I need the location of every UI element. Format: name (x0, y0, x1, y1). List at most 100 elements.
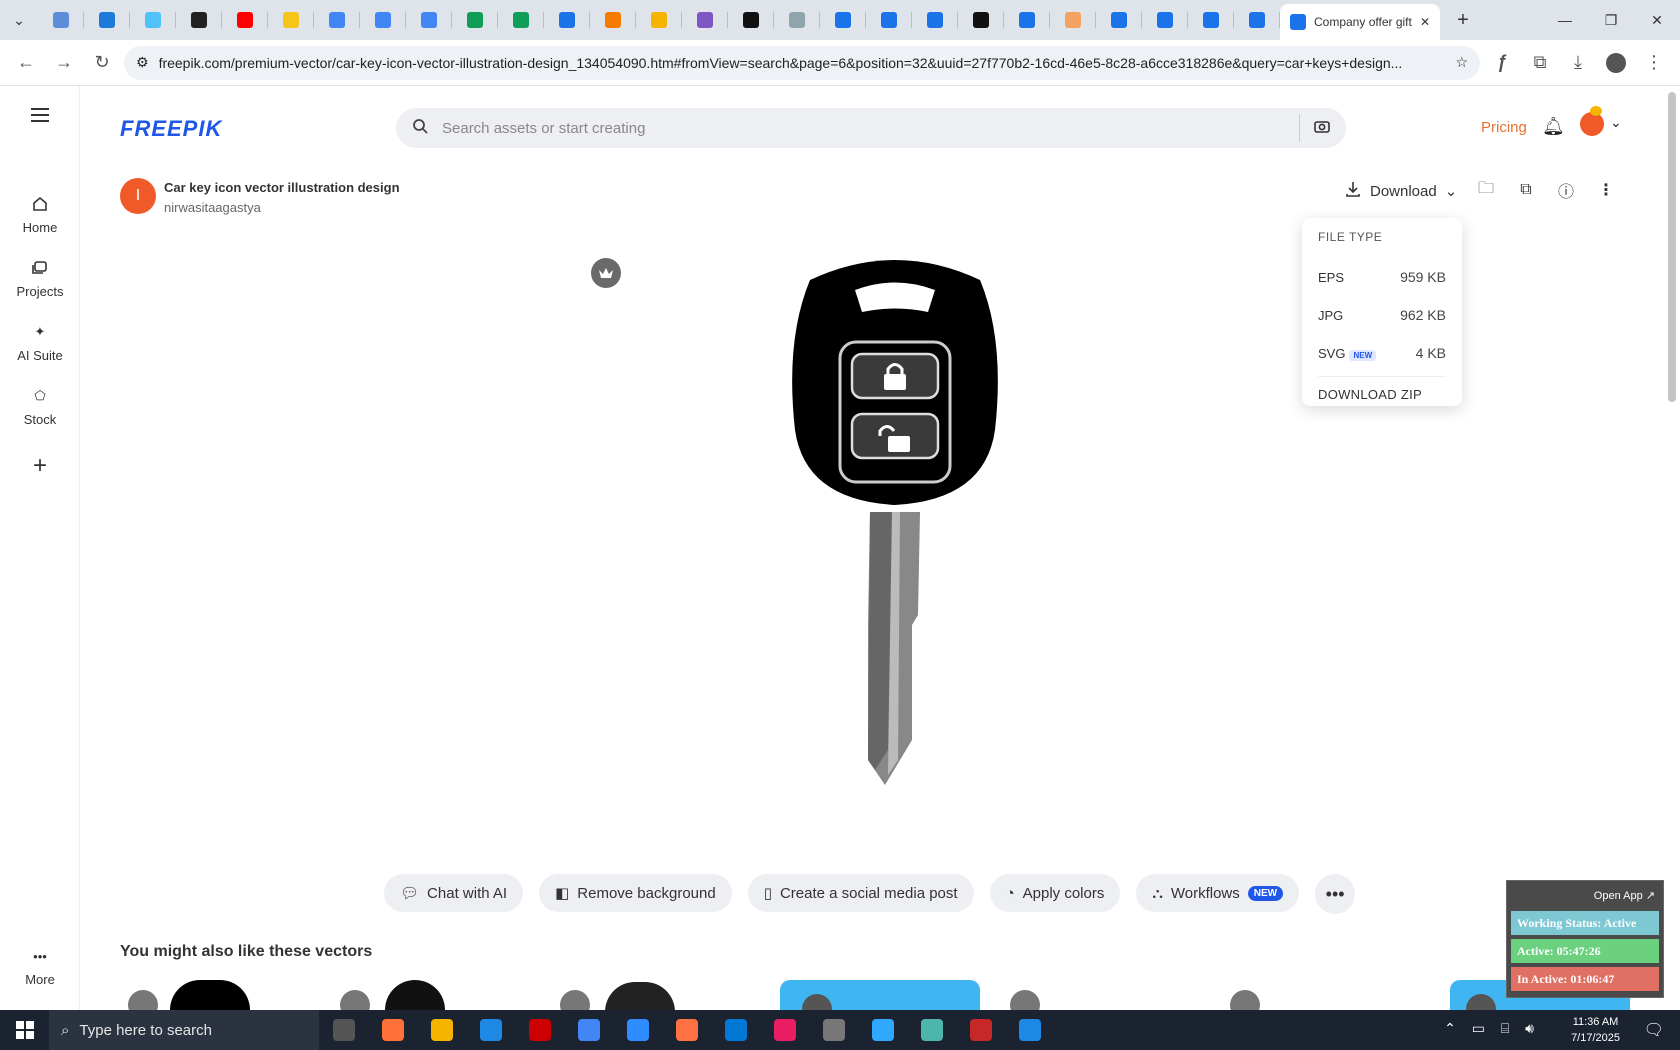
freepik-logo[interactable]: FREEPIK (120, 116, 222, 142)
browser-tab[interactable] (314, 0, 360, 40)
sidebar-item-more[interactable]: ••• More (0, 946, 80, 988)
close-window-icon[interactable]: ✕ (1634, 0, 1680, 40)
restore-icon[interactable]: ❐ (1588, 0, 1634, 40)
browser-tab[interactable] (866, 0, 912, 40)
save-to-folder-icon[interactable]: 🗀︎ (1474, 178, 1498, 202)
browser-tab[interactable] (912, 0, 958, 40)
browser-tab[interactable] (176, 0, 222, 40)
taskbar-app-icon[interactable] (711, 1010, 760, 1050)
browser-menu-icon[interactable]: ⋮ (1638, 47, 1670, 79)
browser-tab[interactable] (1188, 0, 1234, 40)
author-name[interactable]: nirwasitaagastya (164, 200, 261, 215)
taskbar-app-icon[interactable] (417, 1010, 466, 1050)
open-app-link[interactable]: Open App ↗ (1511, 885, 1659, 907)
workflows-button[interactable]: ⛬ Workflows NEW (1136, 874, 1300, 912)
minimize-icon[interactable]: — (1542, 0, 1588, 40)
taskbar-app-icon[interactable] (858, 1010, 907, 1050)
close-tab-icon[interactable]: ✕ (1420, 15, 1430, 29)
add-icon[interactable]: + (0, 452, 80, 480)
browser-tab[interactable] (682, 0, 728, 40)
account-chevron-down-icon[interactable]: ⌄ (1610, 114, 1622, 131)
search-bar[interactable]: Search assets or start creating (396, 108, 1346, 148)
browser-tab[interactable] (130, 0, 176, 40)
file-option-jpg[interactable]: JPG 962 KB (1318, 296, 1446, 334)
related-thumbnail[interactable] (340, 980, 480, 1020)
url-field[interactable]: ⚙ freepik.com/premium-vector/car-key-ico… (124, 45, 1480, 80)
browser-tab[interactable] (958, 0, 1004, 40)
taskbar-app-icon[interactable] (1005, 1010, 1054, 1050)
site-info-icon[interactable]: ⚙ (136, 54, 149, 71)
browser-tab[interactable] (268, 0, 314, 40)
browser-tab[interactable] (1004, 0, 1050, 40)
camera-search-icon[interactable] (1314, 119, 1330, 137)
page-scrollbar[interactable] (1668, 92, 1676, 402)
taskbar-app-icon[interactable] (662, 1010, 711, 1050)
taskbar-app-icon[interactable] (613, 1010, 662, 1050)
notifications-icon[interactable]: 🗨︎ (1644, 1020, 1664, 1040)
new-tab-icon[interactable]: + (1440, 0, 1486, 40)
browser-tab[interactable] (452, 0, 498, 40)
taskbar-app-icon[interactable] (564, 1010, 613, 1050)
search-input[interactable]: Search assets or start creating (442, 120, 1285, 137)
sidebar-item-stock[interactable]: ⬠ Stock (0, 386, 80, 427)
downloads-icon[interactable]: ⤓ (1562, 47, 1594, 79)
create-social-post-button[interactable]: ▯ Create a social media post (747, 874, 974, 912)
pricing-link[interactable]: Pricing (1481, 119, 1527, 136)
related-thumbnail[interactable] (120, 980, 260, 1020)
download-zip-button[interactable]: DOWNLOAD ZIP (1318, 376, 1446, 402)
browser-tab[interactable] (498, 0, 544, 40)
taskbar-app-icon[interactable] (515, 1010, 564, 1050)
browser-tab[interactable] (1050, 0, 1096, 40)
taskbar-search-box[interactable]: ⌕ Type here to search (49, 1010, 319, 1050)
taskbar-app-icon[interactable] (907, 1010, 956, 1050)
file-option-svg[interactable]: SVG NEW 4 KB (1318, 334, 1446, 372)
taskbar-app-icon[interactable] (760, 1010, 809, 1050)
taskbar-search-input[interactable]: Type here to search (79, 1022, 212, 1039)
extensions-puzzle-icon[interactable]: ⧉ (1524, 47, 1556, 79)
taskbar-app-icon[interactable] (809, 1010, 858, 1050)
browser-tab[interactable] (728, 0, 774, 40)
browser-tab[interactable] (84, 0, 130, 40)
browser-tab[interactable] (820, 0, 866, 40)
browser-tab[interactable] (38, 0, 84, 40)
browser-tab[interactable] (1142, 0, 1188, 40)
chat-with-ai-button[interactable]: 💬︎ Chat with AI (384, 874, 524, 912)
forward-icon[interactable]: → (48, 47, 80, 79)
bookmark-star-icon[interactable]: ☆ (1455, 54, 1468, 71)
notifications-bell-icon[interactable]: 🔔︎ (1542, 116, 1565, 137)
info-icon[interactable]: ⓘ (1554, 178, 1578, 202)
system-tray-icons[interactable]: ⌃ ▭ ⌸ 🔊︎ (1444, 1020, 1540, 1037)
windows-start-icon[interactable] (0, 1010, 49, 1050)
browser-tab[interactable] (222, 0, 268, 40)
edit-image-icon[interactable]: ⧉ (1514, 178, 1538, 202)
more-options-icon[interactable]: ⋮ (1594, 178, 1618, 202)
sidebar-item-home[interactable]: Home (0, 194, 80, 235)
browser-tab[interactable] (774, 0, 820, 40)
browser-tab[interactable] (1234, 0, 1280, 40)
back-icon[interactable]: ← (10, 47, 42, 79)
hamburger-menu-icon[interactable] (0, 108, 80, 122)
taskbar-app-icon[interactable] (319, 1010, 368, 1050)
browser-tab[interactable] (544, 0, 590, 40)
related-thumbnail[interactable] (1230, 980, 1370, 1020)
download-button[interactable]: Download ⌄ (1344, 176, 1457, 206)
browser-tab[interactable] (636, 0, 682, 40)
author-avatar[interactable]: I (120, 178, 156, 214)
remove-background-button[interactable]: ◧ Remove background (539, 874, 732, 912)
file-option-eps[interactable]: EPS 959 KB (1318, 258, 1446, 296)
reload-icon[interactable]: ↻ (86, 47, 118, 79)
user-avatar[interactable] (1580, 112, 1604, 136)
sidebar-item-projects[interactable]: Projects (0, 258, 80, 299)
browser-tab[interactable] (1096, 0, 1142, 40)
related-thumbnail[interactable] (780, 980, 980, 1024)
taskbar-app-icon[interactable] (466, 1010, 515, 1050)
related-thumbnail[interactable] (1010, 980, 1150, 1020)
browser-tab[interactable] (406, 0, 452, 40)
taskbar-app-icon[interactable] (368, 1010, 417, 1050)
tab-search-icon[interactable]: ⌄ (0, 0, 38, 40)
browser-tab[interactable] (590, 0, 636, 40)
extension-icon[interactable]: ƒ (1486, 47, 1518, 79)
sidebar-item-ai-suite[interactable]: ✦ AI Suite (0, 322, 80, 363)
more-actions-button[interactable]: ••• (1315, 874, 1356, 914)
related-thumbnail[interactable] (560, 980, 700, 1022)
